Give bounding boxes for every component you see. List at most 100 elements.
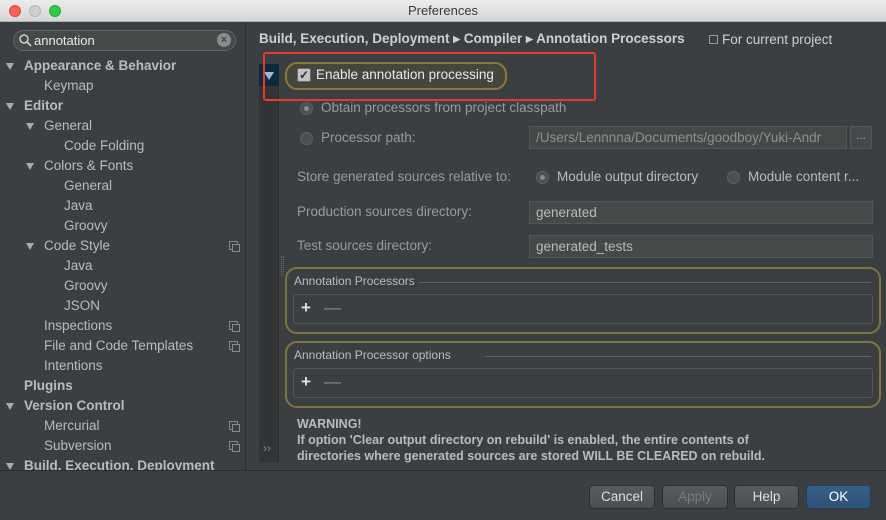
annotation-processors-panel: Annotation Processors + — [285,267,881,334]
tree-item-label: Version Control [24,398,125,413]
project-scope-icon [229,441,240,452]
processor-path-radio[interactable] [300,132,313,145]
module-content-radio[interactable] [727,171,740,184]
tree-item-label: Code Style [44,238,111,253]
expand-arrow-icon[interactable] [6,463,14,470]
project-scope-icon [229,341,240,352]
tree-item-version-control[interactable]: Version Control [24,396,125,416]
tree-item-subversion[interactable]: Subversion [44,436,112,456]
tree-item-json[interactable]: JSON [64,296,100,316]
window-titlebar: Preferences [0,0,886,22]
tree-item-label: Editor [24,98,63,113]
collapse-gutter [259,64,279,462]
expand-arrow-icon[interactable] [26,163,34,170]
module-content-label: Module content r... [748,169,860,184]
remove-processor-button[interactable]: — [324,299,341,317]
tree-item-label: JSON [64,298,101,313]
module-output-label: Module output directory [557,169,699,184]
settings-sidebar: annotation × Appearance & Behavior Keymap… [0,22,246,470]
tree-item-java[interactable]: Java [64,256,93,276]
minimize-window-button[interactable] [29,5,41,17]
expand-arrow-icon[interactable] [26,243,34,250]
add-processor-button[interactable]: + [301,299,311,317]
remove-option-button[interactable]: — [324,373,341,391]
window-title: Preferences [407,3,479,18]
enable-annotation-checkbox[interactable]: ✓ [297,68,311,82]
tree-item-label: Inspections [44,318,113,333]
obtain-from-classpath-radio[interactable] [300,102,313,115]
expand-arrow-icon[interactable] [6,63,14,70]
tree-item-colors-fonts[interactable]: Colors & Fonts [44,156,133,176]
help-button[interactable]: Help [734,485,799,509]
tree-item-file-and-code-templates[interactable]: File and Code Templates [44,336,193,356]
tree-item-appearance-behavior[interactable]: Appearance & Behavior [24,56,176,76]
tree-item-editor[interactable]: Editor [24,96,63,116]
tree-item-groovy[interactable]: Groovy [64,276,108,296]
apply-button[interactable]: Apply [662,485,728,509]
tree-item-build-execution-deployment[interactable]: Build, Execution, Deployment [24,456,215,470]
tree-item-keymap[interactable]: Keymap [44,76,94,96]
tree-item-label: Code Folding [64,138,145,153]
annotation-processors-list[interactable]: + — [293,294,873,324]
processor-path-label: Processor path: [321,130,416,145]
splitter-handle[interactable] [281,256,284,276]
tree-item-label: Keymap [44,78,94,93]
tree-item-label: Java [64,198,93,213]
processor-path-input[interactable]: /Users/Lennnna/Documents/goodboy/Yuki-An… [529,126,847,149]
tree-item-label: Plugins [24,378,73,393]
tree-item-label: General [64,178,113,193]
breadcrumb: Build, Execution, Deployment ▸ Compiler … [259,31,685,46]
store-sources-label: Store generated sources relative to: [297,169,511,184]
production-dir-input[interactable]: generated [529,201,873,224]
tree-item-groovy[interactable]: Groovy [64,216,108,236]
tree-item-general[interactable]: General [64,176,112,196]
clear-search-icon[interactable]: × [217,33,231,47]
tree-item-java[interactable]: Java [64,196,93,216]
project-scope-icon [709,35,718,44]
enable-annotation-label[interactable]: Enable annotation processing [316,67,494,82]
annotation-options-list[interactable]: + — [293,368,873,398]
tree-item-label: Groovy [64,218,108,233]
tree-item-label: Mercurial [44,418,100,433]
expand-arrow-icon[interactable] [6,103,14,110]
tree-item-label: File and Code Templates [44,338,194,353]
module-output-radio[interactable] [536,171,549,184]
tree-item-code-style[interactable]: Code Style [44,236,110,256]
test-dir-label: Test sources directory: [297,238,433,253]
annotation-options-title: Annotation Processor options [294,348,451,362]
tree-item-intentions[interactable]: Intentions [44,356,103,376]
tree-item-general[interactable]: General [44,116,92,136]
browse-button[interactable]: ... [850,126,872,149]
search-input[interactable]: annotation [34,33,95,48]
tree-item-label: Subversion [44,438,112,453]
expand-arrow-icon[interactable] [6,403,14,410]
close-window-button[interactable] [9,5,21,17]
tree-item-inspections[interactable]: Inspections [44,316,112,336]
warning-title: WARNING! [297,417,362,431]
cancel-button[interactable]: Cancel [589,485,655,509]
tree-item-code-folding[interactable]: Code Folding [64,136,144,156]
annotation-options-panel: Annotation Processor options + — [285,341,881,408]
production-dir-label: Production sources directory: [297,204,472,219]
tree-item-label: Appearance & Behavior [24,58,177,73]
maximize-window-button[interactable] [49,5,61,17]
warning-line-2: directories where generated sources are … [297,449,765,463]
tree-item-plugins[interactable]: Plugins [24,376,73,396]
project-scope-label: For current project [722,32,833,47]
project-scope-icon [229,241,240,252]
tree-item-label: General [44,118,93,133]
expand-more-icon[interactable]: ›› [263,441,271,455]
tree-item-label: Build, Execution, Deployment [24,458,215,470]
test-dir-input[interactable]: generated_tests [529,235,873,258]
obtain-from-classpath-label: Obtain processors from project classpath [321,100,567,115]
search-field[interactable]: annotation × [13,30,236,51]
add-option-button[interactable]: + [301,373,311,391]
tree-item-mercurial[interactable]: Mercurial [44,416,100,436]
tree-item-label: Intentions [44,358,103,373]
project-scope-icon [229,421,240,432]
tree-item-label: Groovy [64,278,108,293]
ok-button[interactable]: OK [806,485,871,509]
tree-item-label: Java [64,258,93,273]
project-scope-icon [229,321,240,332]
expand-arrow-icon[interactable] [26,123,34,130]
